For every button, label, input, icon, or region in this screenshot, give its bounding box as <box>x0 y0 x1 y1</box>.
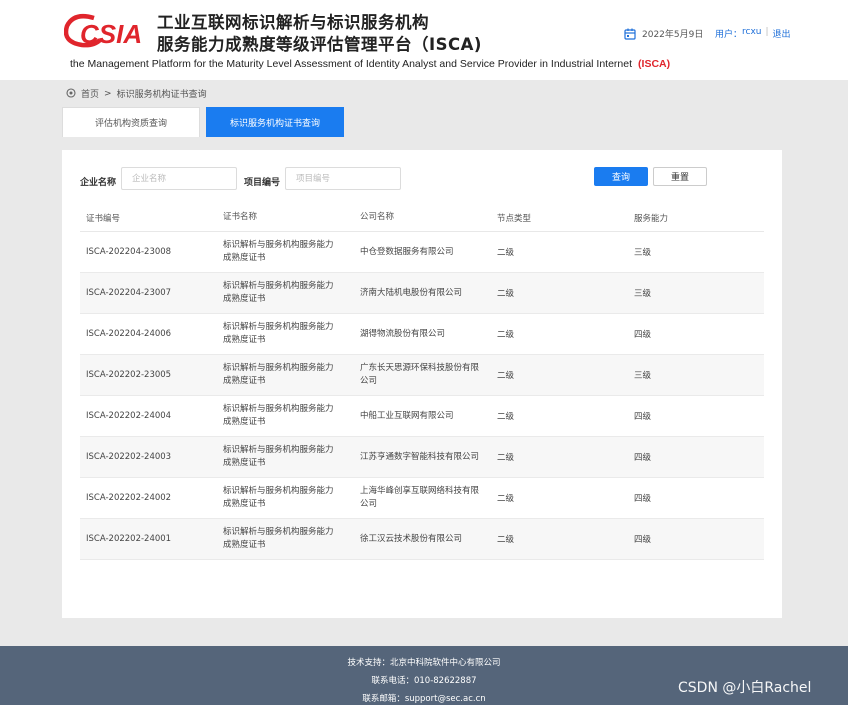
company-name: 广东长天思源环保科技股份有限公司 <box>360 363 480 386</box>
title-english: the Management Platform for the Maturity… <box>70 58 670 70</box>
company-name: 徐工汉云技术股份有限公司 <box>360 533 463 544</box>
column-header: 服务能力 <box>634 213 669 224</box>
cert-name: 标识解析与服务机构服务能力成熟度证书 <box>223 281 334 304</box>
service-level: 三级 <box>634 371 652 381</box>
cert-number: ISCA-202202-24003 <box>86 452 172 462</box>
title-english-text: the Management Platform for the Maturity… <box>70 58 633 70</box>
node-type: 二级 <box>497 289 515 299</box>
company-name: 济南大陆机电股份有限公司 <box>360 287 463 298</box>
service-level: 四级 <box>634 535 652 545</box>
company-name: 中仓登数据服务有限公司 <box>360 246 454 257</box>
node-type: 二级 <box>497 248 515 258</box>
company-name-input[interactable] <box>121 167 237 190</box>
date-text: 2022年5月9日 <box>642 30 704 40</box>
calendar-icon <box>624 28 636 40</box>
breadcrumb: 首页 > 标识服务机构证书查询 <box>66 87 207 100</box>
footer-support: 技术支持：北京中科院软件中心有限公司 <box>347 658 501 668</box>
breadcrumb-arrow: > <box>104 88 112 99</box>
company-name-label: 企业名称 <box>80 178 117 188</box>
service-level: 四级 <box>634 453 652 463</box>
cert-name: 标识解析与服务机构服务能力成熟度证书 <box>223 486 334 509</box>
node-type: 二级 <box>497 494 515 504</box>
table-row[interactable]: ISCA-202202-24004 标识解析与服务机构服务能力成熟度证书 中船工… <box>80 396 764 437</box>
company-name: 江苏亨通数字智能科技有限公司 <box>360 451 480 462</box>
reset-button[interactable]: 重置 <box>653 167 707 186</box>
project-number-label: 项目编号 <box>244 178 281 188</box>
table-row[interactable]: ISCA-202202-24002 标识解析与服务机构服务能力成熟度证书 上海华… <box>80 478 764 519</box>
cert-number: ISCA-202202-24004 <box>86 411 172 421</box>
cert-number: ISCA-202202-24002 <box>86 493 172 503</box>
company-name: 中船工业互联网有限公司 <box>360 410 454 421</box>
node-type: 二级 <box>497 412 515 422</box>
node-type: 二级 <box>497 453 515 463</box>
tab-agency-qualification[interactable]: 评估机构资质查询 <box>62 107 200 137</box>
service-level: 四级 <box>634 412 652 422</box>
logout-link[interactable]: 退出 <box>773 27 791 40</box>
cert-number: ISCA-202204-23008 <box>86 247 172 257</box>
date-display: 2022年5月9日 <box>624 27 703 40</box>
node-type: 二级 <box>497 535 515 545</box>
column-header: 证书编号 <box>86 213 121 224</box>
user-menu: 用户： rcxu | 退出 <box>715 27 791 40</box>
company-name: 上海华峰创享互联网络科技有限公司 <box>360 486 480 509</box>
column-header: 公司名称 <box>360 212 395 222</box>
cert-name: 标识解析与服务机构服务能力成熟度证书 <box>223 363 334 386</box>
service-level: 三级 <box>634 248 652 258</box>
table-header: 证书编号 证书名称 公司名称 节点类型 服务能力 <box>80 204 764 232</box>
user-label: 用户： <box>715 30 743 40</box>
cert-name: 标识解析与服务机构服务能力成熟度证书 <box>223 240 334 263</box>
user-separator: | <box>765 27 769 37</box>
service-level: 三级 <box>634 289 652 299</box>
table-row[interactable]: ISCA-202204-24006 标识解析与服务机构服务能力成熟度证书 湖得物… <box>80 314 764 355</box>
cert-name: 标识解析与服务机构服务能力成熟度证书 <box>223 404 334 427</box>
certificate-table: 证书编号 证书名称 公司名称 节点类型 服务能力 ISCA-202204-230… <box>80 204 764 560</box>
title-english-tag: (ISCA) <box>638 58 671 70</box>
service-level: 四级 <box>634 330 652 340</box>
column-header: 证书名称 <box>223 212 258 222</box>
table-row[interactable]: ISCA-202202-24001 标识解析与服务机构服务能力成熟度证书 徐工汉… <box>80 519 764 560</box>
project-number-input[interactable] <box>285 167 401 190</box>
cert-number: ISCA-202202-23005 <box>86 370 172 380</box>
user-name-link[interactable]: rcxu <box>742 27 761 40</box>
company-name: 湖得物流股份有限公司 <box>360 328 446 339</box>
tab-certificate-query[interactable]: 标识服务机构证书查询 <box>206 107 344 137</box>
column-header: 节点类型 <box>497 213 532 224</box>
csdn-watermark: CSDN @小白Rachel <box>678 680 812 696</box>
cert-name: 标识解析与服务机构服务能力成熟度证书 <box>223 445 334 468</box>
node-type: 二级 <box>497 330 515 340</box>
breadcrumb-current: 标识服务机构证书查询 <box>116 90 207 100</box>
service-level: 四级 <box>634 494 652 504</box>
table-row[interactable]: ISCA-202202-23005 标识解析与服务机构服务能力成熟度证书 广东长… <box>80 355 764 396</box>
cert-name: 标识解析与服务机构服务能力成熟度证书 <box>223 527 334 550</box>
title-line-2: 服务能力成熟度等级评估管理平台（ISCA) <box>157 35 482 54</box>
csia-logo: CSIA <box>64 14 142 48</box>
cert-number: ISCA-202204-24006 <box>86 329 172 339</box>
table-row[interactable]: ISCA-202202-24003 标识解析与服务机构服务能力成熟度证书 江苏亨… <box>80 437 764 478</box>
cert-number: ISCA-202204-23007 <box>86 288 172 298</box>
table-row[interactable]: ISCA-202204-23007 标识解析与服务机构服务能力成熟度证书 济南大… <box>80 273 764 314</box>
query-button[interactable]: 查询 <box>594 167 648 186</box>
platform-title: 工业互联网标识解析与标识服务机构 服务能力成熟度等级评估管理平台（ISCA) <box>157 12 482 56</box>
header: CSIA 工业互联网标识解析与标识服务机构 服务能力成熟度等级评估管理平台（IS… <box>0 0 848 80</box>
breadcrumb-home[interactable]: 首页 <box>81 87 99 100</box>
cert-name: 标识解析与服务机构服务能力成熟度证书 <box>223 322 334 345</box>
table-row[interactable]: ISCA-202204-23008 标识解析与服务机构服务能力成熟度证书 中仓登… <box>80 232 764 273</box>
node-type: 二级 <box>497 371 515 381</box>
cert-number: ISCA-202202-24001 <box>86 534 172 544</box>
location-pin-icon <box>66 88 76 98</box>
title-line-1: 工业互联网标识解析与标识服务机构 <box>157 13 429 32</box>
logo-text: CSIA <box>80 19 142 48</box>
